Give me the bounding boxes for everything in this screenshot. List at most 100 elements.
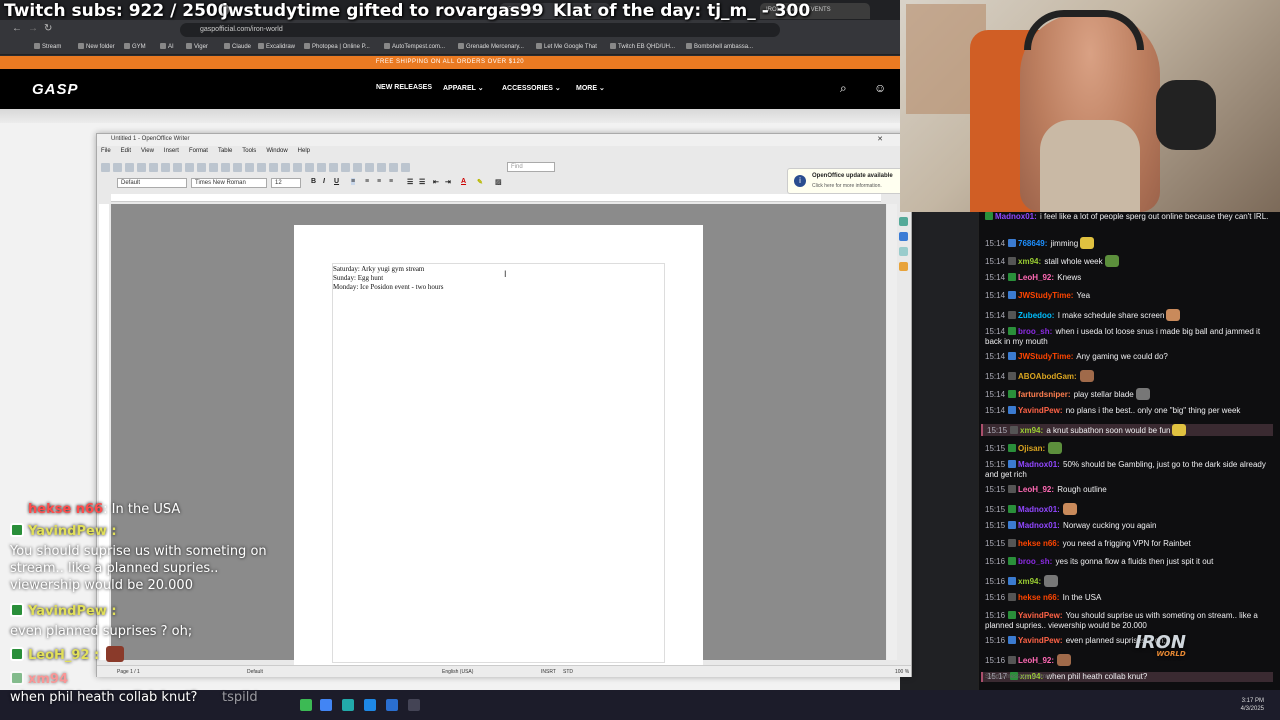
align-right-icon[interactable]: ≡	[377, 178, 381, 185]
chat-username[interactable]: xm94:	[1018, 577, 1041, 586]
indent-decrease-icon[interactable]: ⇤	[433, 178, 439, 186]
gallery-side-icon[interactable]	[899, 247, 908, 256]
size-select[interactable]: 12	[271, 178, 301, 188]
find-icon[interactable]	[329, 163, 338, 172]
chat-message[interactable]: 15:15 xm94: a knut subathon soon would be…	[981, 424, 1273, 436]
bookmark-item[interactable]: New folder	[78, 43, 115, 50]
chat-username[interactable]: ABOAbodGam:	[1018, 372, 1077, 381]
reload-icon[interactable]: ↻	[44, 23, 52, 34]
horizontal-ruler[interactable]	[111, 194, 881, 202]
chrome-icon[interactable]	[320, 699, 332, 711]
menu-insert[interactable]: Insert	[164, 148, 179, 154]
url-field[interactable]: gaspofficial.com/iron-world	[180, 23, 780, 37]
nav-more[interactable]: MORE ⌄	[576, 84, 605, 92]
chat-message[interactable]: 15:15 Madnox01: 50% should be Gambling, j…	[985, 460, 1277, 480]
chat-username[interactable]: xm94:	[1018, 257, 1041, 266]
navigator-side-icon[interactable]	[899, 262, 908, 271]
menu-file[interactable]: File	[101, 148, 111, 154]
doc-line[interactable]: Sunday: Egg hunt	[333, 274, 383, 282]
find-field[interactable]: Find	[507, 162, 555, 172]
tab-iron-world[interactable]: IRON WORLD EVENTS	[760, 3, 870, 19]
navigator-icon[interactable]	[341, 163, 350, 172]
chat-username[interactable]: YavindPew:	[1018, 611, 1062, 620]
chat-username[interactable]: LeoH_92:	[1018, 485, 1054, 494]
chat-username[interactable]: hekse n66:	[1018, 539, 1059, 548]
chat-username[interactable]: LeoH_92:	[1018, 273, 1054, 282]
selection-mode[interactable]: STD	[563, 669, 573, 675]
search-icon[interactable]: ⌕	[840, 81, 847, 96]
back-icon[interactable]: ←	[12, 23, 22, 34]
app-icon[interactable]	[408, 699, 420, 711]
writer-taskbar-icon[interactable]	[386, 699, 398, 711]
properties-icon[interactable]	[899, 217, 908, 226]
styles-icon[interactable]	[899, 232, 908, 241]
chat-message[interactable]: 15:16 xm94:	[985, 575, 1277, 587]
doc-line[interactable]: Saturday: Arky yugi gym stream	[333, 265, 424, 273]
hyperlink-icon[interactable]	[293, 163, 302, 172]
account-icon[interactable]: ☺	[874, 81, 886, 95]
chat-username[interactable]: Madnox01:	[995, 212, 1037, 221]
chat-username[interactable]: LeoH_92:	[1018, 656, 1054, 665]
chat-message[interactable]: 15:16 YavindPew: You should suprise us wi…	[985, 611, 1277, 631]
chat-message[interactable]: 15:15 Madnox01:	[985, 503, 1277, 515]
bookmark-item[interactable]: AI	[160, 43, 174, 50]
menu-edit[interactable]: Edit	[121, 148, 131, 154]
zoom-icon[interactable]	[389, 163, 398, 172]
chat-message[interactable]: 15:14 farturdsniper: play stellar blade	[985, 388, 1277, 400]
chat-message[interactable]: 15:15 Ojisan:	[985, 442, 1277, 454]
chat-username[interactable]: broo_sh:	[1018, 557, 1052, 566]
gallery-icon[interactable]	[353, 163, 362, 172]
font-select[interactable]: Times New Roman	[191, 178, 267, 188]
chat-username[interactable]: Madnox01:	[1018, 505, 1060, 514]
chat-username[interactable]: 768649:	[1018, 239, 1047, 248]
vertical-scrollbar[interactable]	[887, 204, 897, 660]
underline-icon[interactable]: U	[334, 178, 339, 185]
nav-new-releases[interactable]: NEW RELEASES	[376, 84, 432, 91]
forward-icon[interactable]: →	[28, 23, 38, 34]
bookmark-item[interactable]: AutoTempest.com...	[384, 43, 445, 50]
highlight-icon[interactable]: ✎	[477, 178, 483, 186]
bookmark-item[interactable]: Bombshell ambassa...	[686, 43, 753, 50]
indent-increase-icon[interactable]: ⇥	[445, 178, 451, 186]
help-icon[interactable]	[401, 163, 410, 172]
chat-username[interactable]: Zubedoo:	[1018, 311, 1054, 320]
chat-message[interactable]: 15:14 Zubedoo: I make schedule share scre…	[985, 309, 1277, 321]
nav-apparel[interactable]: APPAREL ⌄	[443, 84, 484, 92]
chat-message[interactable]: 15:15 Madnox01: Norway cucking you again	[985, 521, 1277, 531]
app-icon[interactable]	[342, 699, 354, 711]
chat-username[interactable]: Madnox01:	[1018, 521, 1060, 530]
system-clock[interactable]: 3:17 PM 4/3/2025	[1241, 697, 1264, 713]
pdf-icon[interactable]	[161, 163, 170, 172]
chat-username[interactable]: JWStudyTime:	[1018, 352, 1073, 361]
new-icon[interactable]	[101, 163, 110, 172]
bookmark-item[interactable]: Let Me Google That	[536, 43, 597, 50]
chat-message[interactable]: 15:14 broo_sh: when i useda lot loose snu…	[985, 327, 1277, 347]
document-page[interactable]: Saturday: Arky yugi gym stream Sunday: E…	[294, 225, 703, 665]
chat-username[interactable]: Ojisan:	[1018, 444, 1045, 453]
align-left-icon[interactable]: ≡	[351, 178, 356, 185]
chat-message[interactable]: 15:14 YavindPew: no plans i the best.. on…	[985, 406, 1277, 416]
chat-username[interactable]: YavindPew:	[1018, 406, 1062, 415]
zoom-level[interactable]: 100 %	[895, 669, 909, 675]
chat-message[interactable]: 15:15 LeoH_92: Rough outline	[985, 485, 1277, 495]
close-icon[interactable]: ✕	[877, 135, 883, 143]
menu-format[interactable]: Format	[189, 148, 208, 154]
undo-icon[interactable]	[269, 163, 278, 172]
chat-username[interactable]: Madnox01:	[1018, 460, 1060, 469]
bookmark-item[interactable]: GYM	[124, 43, 146, 50]
chat-message[interactable]: 15:16 hekse n66: In the USA	[985, 593, 1277, 603]
menu-tools[interactable]: Tools	[242, 148, 256, 154]
chat-message[interactable]: 15:14 JWStudyTime: Any gaming we could do…	[985, 352, 1277, 362]
print-icon[interactable]	[173, 163, 182, 172]
table-icon[interactable]	[305, 163, 314, 172]
align-center-icon[interactable]: ≡	[365, 178, 369, 185]
site-logo[interactable]: GASP	[32, 81, 79, 98]
chat-message[interactable]: 15:16 YavindPew: even planned suprises ? …	[985, 636, 1277, 646]
chat-username[interactable]: broo_sh:	[1018, 327, 1052, 336]
bookmark-item[interactable]: Photopea | Online P...	[304, 43, 370, 50]
show-draw-icon[interactable]	[317, 163, 326, 172]
numbering-icon[interactable]: ☰	[407, 178, 413, 186]
menu-table[interactable]: Table	[218, 148, 232, 154]
nonprint-icon[interactable]	[377, 163, 386, 172]
background-color-icon[interactable]: ▨	[495, 178, 502, 186]
